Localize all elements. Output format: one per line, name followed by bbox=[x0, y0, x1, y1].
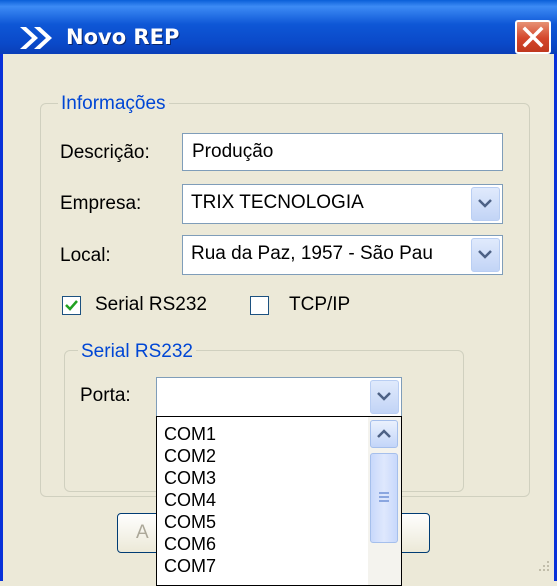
dialog-window: Novo REP Informações Descrição: Produção… bbox=[0, 0, 557, 586]
local-label: Local: bbox=[60, 245, 111, 266]
chevron-right-icon bbox=[18, 25, 56, 56]
empresa-dropdown-button[interactable] bbox=[471, 187, 500, 221]
porta-dropdown-list[interactable]: COM1 COM2 COM3 COM4 COM5 COM6 COM7 bbox=[156, 416, 402, 586]
info-group-legend: Informações bbox=[58, 93, 169, 115]
porta-option-com5[interactable]: COM5 bbox=[164, 511, 216, 533]
empresa-label: Empresa: bbox=[60, 193, 142, 214]
dropdown-scrollbar[interactable] bbox=[368, 417, 401, 585]
local-value: Rua da Paz, 1957 - São Pau bbox=[191, 243, 433, 264]
empresa-select[interactable]: TRIX TECNOLOGIA bbox=[182, 184, 503, 224]
partial-button-label: A bbox=[136, 522, 149, 543]
descricao-label: Descrição: bbox=[60, 142, 150, 163]
chevron-down-icon bbox=[478, 199, 492, 208]
chevron-down-icon bbox=[377, 392, 391, 401]
chevron-up-icon bbox=[377, 429, 391, 438]
porta-select[interactable] bbox=[156, 377, 402, 417]
serial-group-legend: Serial RS232 bbox=[78, 341, 196, 363]
porta-dropdown-button[interactable] bbox=[370, 380, 399, 414]
porta-option-com3[interactable]: COM3 bbox=[164, 467, 216, 489]
scroll-thumb[interactable] bbox=[370, 453, 398, 543]
grip-line bbox=[379, 500, 389, 502]
porta-label: Porta: bbox=[80, 385, 131, 406]
chevron-down-icon bbox=[478, 250, 492, 259]
checkmark-icon bbox=[65, 300, 78, 311]
porta-option-com2[interactable]: COM2 bbox=[164, 445, 216, 467]
window-border bbox=[0, 54, 3, 581]
grip-line bbox=[379, 496, 389, 498]
porta-option-com1[interactable]: COM1 bbox=[164, 423, 216, 445]
close-icon bbox=[522, 26, 544, 48]
resize-grip-icon[interactable] bbox=[533, 557, 551, 575]
tcpip-checkbox[interactable] bbox=[250, 296, 269, 315]
tcpip-label: TCP/IP bbox=[289, 294, 351, 315]
porta-option-com7[interactable]: COM7 bbox=[164, 555, 216, 577]
porta-option-com6[interactable]: COM6 bbox=[164, 533, 216, 555]
local-select[interactable]: Rua da Paz, 1957 - São Pau bbox=[182, 235, 503, 275]
descricao-input[interactable]: Produção bbox=[182, 133, 503, 171]
grip-line bbox=[379, 492, 389, 494]
serial-rs232-checkbox[interactable] bbox=[62, 296, 81, 315]
scroll-up-button[interactable] bbox=[370, 420, 398, 448]
window-title: Novo REP bbox=[66, 25, 180, 49]
local-dropdown-button[interactable] bbox=[471, 238, 500, 272]
serial-rs232-label: Serial RS232 bbox=[95, 294, 207, 315]
close-button[interactable] bbox=[515, 20, 551, 54]
title-bar[interactable]: Novo REP bbox=[0, 0, 557, 54]
porta-option-com4[interactable]: COM4 bbox=[164, 489, 216, 511]
empresa-value: TRIX TECNOLOGIA bbox=[191, 192, 364, 213]
